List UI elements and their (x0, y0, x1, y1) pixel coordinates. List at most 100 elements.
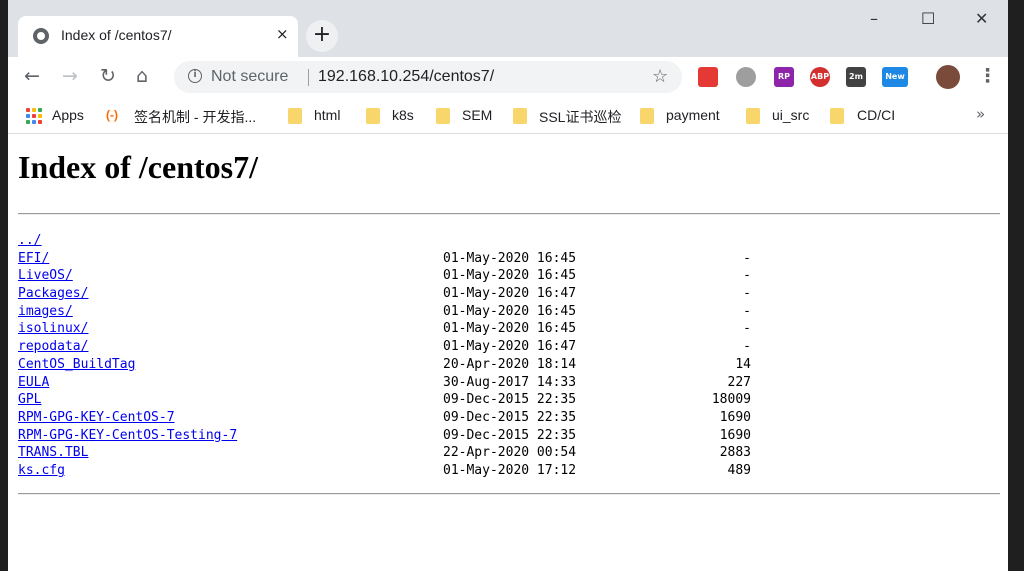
bookmark-label: k8s (392, 107, 414, 123)
file-date: 01-May-2020 16:45 (443, 268, 577, 284)
bookmark-label: Apps (52, 107, 84, 123)
home-button[interactable]: ⌂ (136, 65, 148, 87)
folder-icon (513, 108, 527, 124)
extension-1-icon[interactable] (698, 67, 718, 87)
file-link[interactable]: repodata/ (18, 338, 88, 356)
globe-icon (33, 28, 49, 44)
extension-abp-icon[interactable]: ABP (810, 67, 830, 87)
folder-icon (830, 108, 844, 124)
file-size: 1690 (719, 427, 751, 443)
listing-row: images/01-May-2020 16:45 - (18, 303, 778, 321)
file-link[interactable]: EULA (18, 374, 49, 392)
file-date: 30-Aug-2017 14:33 (443, 374, 577, 390)
bookmarks-more-icon[interactable]: » (976, 105, 985, 123)
file-size: - (743, 339, 751, 355)
bookmark-label: SEM (462, 107, 493, 123)
file-size: 14 (735, 356, 751, 372)
extension-new-icon[interactable]: New (882, 67, 908, 87)
alibaba-cloud-icon: (-) (106, 108, 118, 122)
file-size: - (743, 268, 751, 284)
browser-window: Index of /centos7/ × + – ☐ ✕ ← → ↻ ⌂ i N… (8, 0, 1008, 571)
file-size: 227 (727, 374, 751, 390)
listing-row: isolinux/01-May-2020 16:45 - (18, 320, 778, 338)
file-date: 01-May-2020 16:45 (443, 250, 577, 266)
top-divider (18, 213, 1000, 215)
forward-button[interactable]: → (62, 65, 78, 87)
file-size: - (743, 250, 751, 266)
folder-icon (436, 108, 450, 124)
file-date: 01-May-2020 16:47 (443, 339, 577, 355)
bookmark-label: CD/CI (857, 107, 896, 123)
reload-button[interactable]: ↻ (100, 65, 116, 87)
folder-icon (288, 108, 302, 124)
listing-row: CentOS_BuildTag 20-Apr-2020 18:14 14 (18, 356, 778, 374)
directory-listing-page: Index of /centos7/ ../EFI/01-May-2020 16… (8, 135, 1008, 571)
file-link[interactable]: EFI/ (18, 250, 49, 268)
file-size: - (743, 286, 751, 302)
listing-row: ks.cfg 01-May-2020 17:12 489 (18, 462, 778, 480)
maximize-button[interactable]: ☐ (921, 9, 935, 28)
apps-grid-icon (26, 108, 42, 124)
file-link[interactable]: RPM-GPG-KEY-CentOS-7 (18, 409, 175, 427)
bookmark-label: html (314, 107, 341, 123)
listing-row: Packages/01-May-2020 16:47 - (18, 285, 778, 303)
toolbar: ← → ↻ ⌂ i Not secure 192.168.10.254/cent… (8, 57, 1008, 97)
file-link[interactable]: ../ (18, 232, 41, 250)
file-link[interactable]: CentOS_BuildTag (18, 356, 135, 374)
bottom-divider (18, 493, 1000, 495)
file-link[interactable]: GPL (18, 391, 41, 409)
minimize-button[interactable]: – (870, 9, 878, 28)
omnibox-divider (308, 69, 309, 86)
file-link[interactable]: isolinux/ (18, 320, 88, 338)
bookmark-star-icon[interactable]: ☆ (652, 66, 668, 87)
file-date: 01-May-2020 16:45 (443, 303, 577, 319)
folder-icon (640, 108, 654, 124)
listing-row: EFI/01-May-2020 16:45 - (18, 250, 778, 268)
close-window-button[interactable]: ✕ (975, 9, 988, 28)
file-date: 01-May-2020 17:12 (443, 462, 577, 478)
file-link[interactable]: TRANS.TBL (18, 444, 88, 462)
security-label[interactable]: Not secure (211, 68, 288, 86)
file-size: 489 (727, 462, 751, 478)
url-text[interactable]: 192.168.10.254/centos7/ (318, 68, 494, 86)
folder-icon (746, 108, 760, 124)
listing-row: RPM-GPG-KEY-CentOS-7 09-Dec-2015 22:35 169… (18, 409, 778, 427)
file-date: 09-Dec-2015 22:35 (443, 409, 577, 425)
address-bar[interactable]: i Not secure 192.168.10.254/centos7/ ☆ (174, 61, 682, 93)
bookmark-label: ui_src (772, 107, 810, 123)
listing-row: ../ (18, 232, 778, 250)
listing-row: LiveOS/01-May-2020 16:45 - (18, 267, 778, 285)
file-date: 09-Dec-2015 22:35 (443, 392, 577, 408)
menu-icon[interactable]: ⋮ (978, 65, 997, 87)
bookmarks-bar: Apps (-) 签名机制 - 开发指... html k8s SEM SSL证… (8, 97, 1008, 134)
file-link[interactable]: ks.cfg (18, 462, 65, 480)
extension-2m-icon[interactable]: 2m (846, 67, 866, 87)
listing-row: GPL 09-Dec-2015 22:35 18009 (18, 391, 778, 409)
file-listing: ../EFI/01-May-2020 16:45- LiveOS/01-May-2… (18, 232, 778, 480)
file-link[interactable]: Packages/ (18, 285, 88, 303)
bookmark-label: 签名机制 - 开发指... (134, 109, 257, 125)
file-link[interactable]: LiveOS/ (18, 267, 73, 285)
file-size: 18009 (711, 392, 751, 408)
file-date: 01-May-2020 16:45 (443, 321, 577, 337)
bookmark-label: payment (666, 107, 720, 123)
back-button[interactable]: ← (24, 65, 40, 87)
file-date: 22-Apr-2020 00:54 (443, 445, 577, 461)
extension-2-icon[interactable] (736, 67, 756, 87)
new-tab-button[interactable]: + (306, 20, 338, 52)
file-size: 1690 (719, 409, 751, 425)
tab-centos7[interactable]: Index of /centos7/ × (18, 16, 298, 57)
extension-rp-icon[interactable]: RP (774, 67, 794, 87)
folder-icon (366, 108, 380, 124)
file-size: 2883 (719, 445, 751, 461)
file-date: 20-Apr-2020 18:14 (443, 356, 577, 372)
file-link[interactable]: images/ (18, 303, 73, 321)
info-icon[interactable]: i (188, 69, 202, 83)
file-link[interactable]: RPM-GPG-KEY-CentOS-Testing-7 (18, 427, 237, 445)
tab-title: Index of /centos7/ (61, 27, 172, 43)
tab-close-icon[interactable]: × (276, 25, 289, 43)
profile-avatar[interactable] (936, 65, 960, 89)
file-size: - (743, 303, 751, 319)
file-size: - (743, 321, 751, 337)
page-heading: Index of /centos7/ (18, 149, 258, 185)
